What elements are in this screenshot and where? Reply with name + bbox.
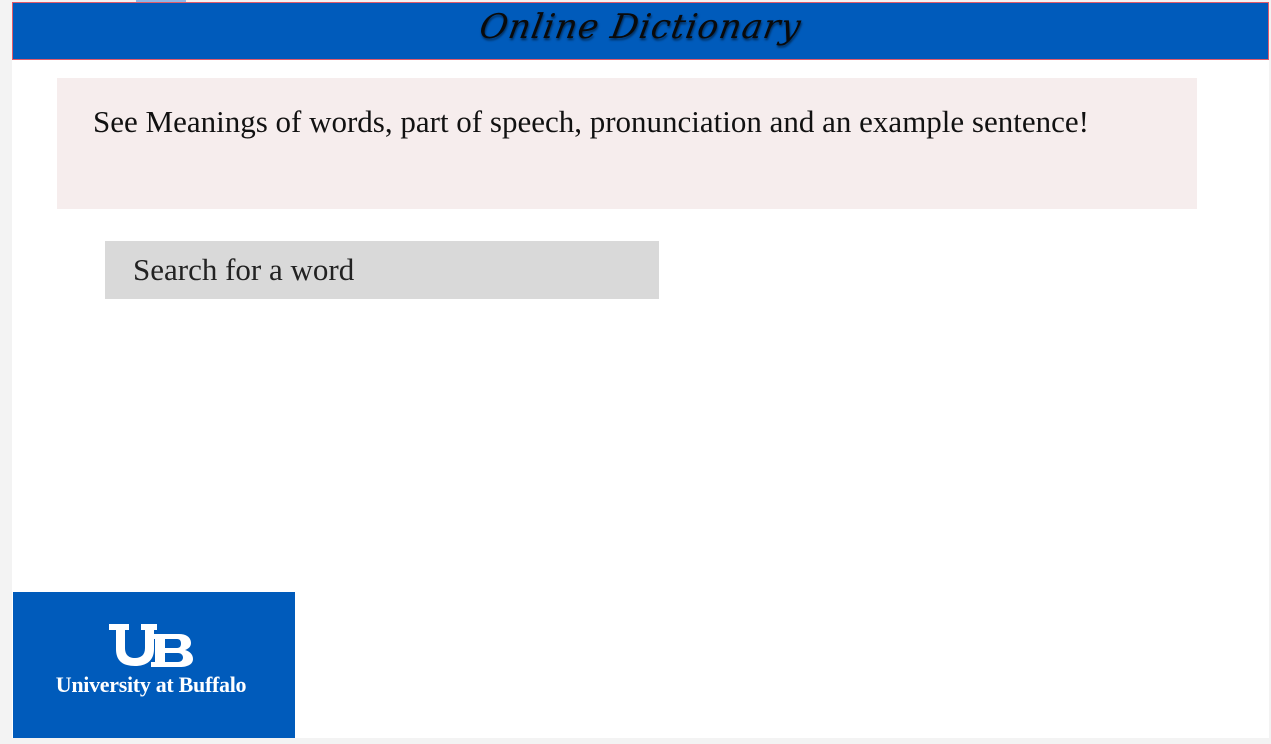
header-bar: Online Dictionary (12, 2, 1269, 60)
page-container: Online Dictionary See Meanings of words,… (12, 0, 1269, 738)
university-logo: University at Buffalo (13, 592, 295, 738)
intro-banner: See Meanings of words, part of speech, p… (57, 78, 1197, 209)
logo-text: University at Buffalo (55, 672, 247, 697)
intro-text: See Meanings of words, part of speech, p… (93, 104, 1089, 139)
site-title: Online Dictionary (476, 7, 805, 47)
search-input[interactable] (105, 241, 659, 299)
ub-logo-icon (107, 622, 197, 672)
